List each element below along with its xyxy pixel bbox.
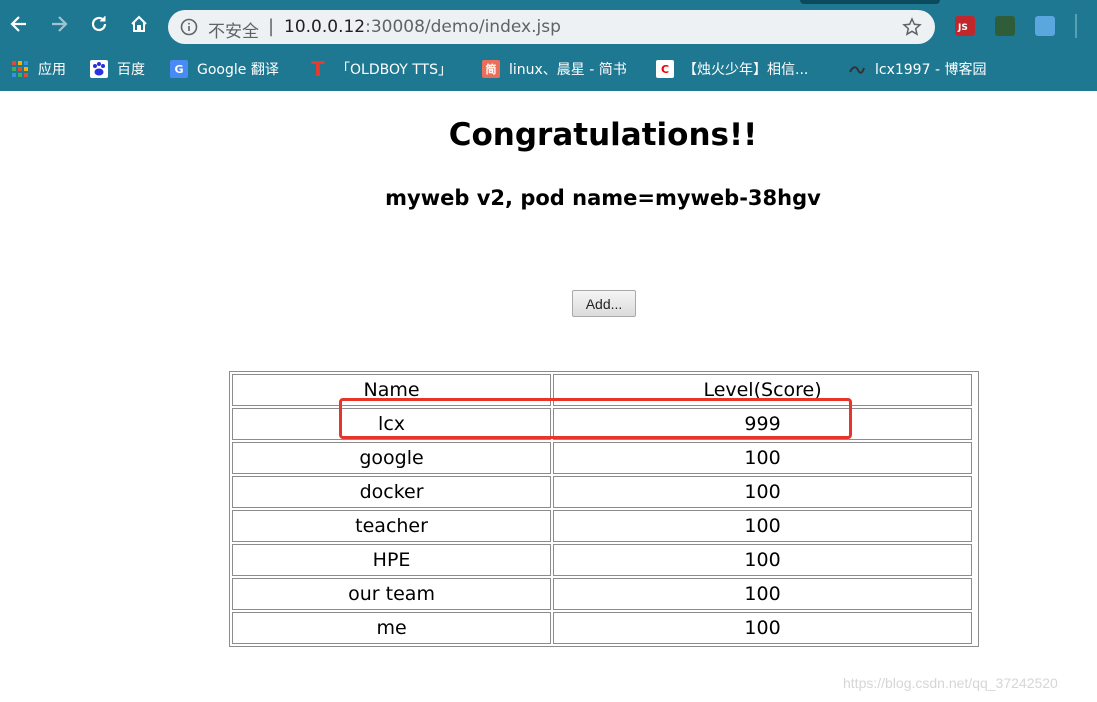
bookmark-label: 「OLDBOY TTS」	[336, 62, 452, 78]
google-translate-icon: G	[170, 60, 188, 78]
bookmark-baidu[interactable]: 百度	[90, 57, 145, 81]
back-button[interactable]	[4, 9, 34, 39]
cell-score: 100	[553, 578, 972, 610]
arrow-right-icon	[52, 16, 68, 32]
column-header-score: Level(Score)	[553, 374, 972, 406]
cell-score: 100	[553, 544, 972, 576]
cell-name: HPE	[232, 544, 552, 576]
bookmark-label: lcx1997 - 博客园	[875, 62, 987, 78]
table-header-row: Name Level(Score)	[232, 374, 972, 406]
cell-name: our team	[232, 578, 552, 610]
home-button[interactable]	[124, 9, 154, 39]
table-row: google 100	[232, 442, 972, 474]
jianshu-icon: 简	[482, 60, 500, 78]
bookmark-cnblogs[interactable]: lcx1997 - 博客园	[848, 57, 986, 81]
cell-name: lcx	[232, 408, 552, 440]
page-title: Congratulations!!	[448, 117, 758, 153]
bookmark-star-icon[interactable]	[902, 17, 922, 37]
table-row: lcx 999	[232, 408, 972, 440]
extension-icon-2[interactable]	[995, 16, 1015, 36]
toolbar: 不安全 | 10.0.0.12:30008/demo/index.jsp JS	[0, 0, 1097, 52]
url-text[interactable]: 10.0.0.12:30008/demo/index.jsp	[284, 17, 561, 37]
bookmark-label: linux、晨星 - 简书	[509, 62, 627, 78]
js-extension-icon[interactable]: JS	[955, 16, 975, 36]
url-path: :30008/demo/index.jsp	[365, 17, 561, 37]
browser-chrome: 不安全 | 10.0.0.12:30008/demo/index.jsp JS …	[0, 0, 1097, 91]
js-glyph-icon: JS	[957, 23, 968, 33]
cell-name: teacher	[232, 510, 552, 542]
security-label: 不安全	[208, 22, 259, 42]
bookmark-jianshu[interactable]: 简 linux、晨星 - 简书	[482, 57, 627, 81]
bookmark-google-translate[interactable]: G Google 翻译	[170, 57, 279, 81]
page-subtitle: myweb v2, pod name=myweb-38hgv	[385, 186, 821, 210]
oldboy-t-icon: T	[311, 57, 325, 81]
cell-score: 100	[553, 612, 972, 644]
column-header-name: Name	[232, 374, 552, 406]
bookmark-apps[interactable]: 应用	[11, 57, 66, 81]
bookmark-label: Google 翻译	[197, 62, 279, 78]
address-bar[interactable]: 不安全 | 10.0.0.12:30008/demo/index.jsp	[168, 10, 935, 44]
extension-icon-3[interactable]	[1035, 16, 1055, 36]
table-row: teacher 100	[232, 510, 972, 542]
toolbar-divider	[1075, 14, 1077, 38]
table-row: HPE 100	[232, 544, 972, 576]
cell-score: 100	[553, 442, 972, 474]
svg-text:JS: JS	[957, 23, 968, 33]
bookmark-label: 应用	[38, 62, 66, 78]
bookmark-csdn[interactable]: C 【烛火少年】相信...	[656, 57, 808, 81]
csdn-c-icon: C	[656, 60, 674, 78]
cell-name: docker	[232, 476, 552, 508]
cell-score: 999	[553, 408, 972, 440]
bookmark-oldboy[interactable]: T 「OLDBOY TTS」	[309, 57, 452, 81]
table-row: our team 100	[232, 578, 972, 610]
reload-button[interactable]	[84, 9, 114, 39]
cnblogs-icon	[848, 60, 866, 78]
bookmark-label: 【烛火少年】相信...	[683, 62, 809, 78]
forward-button[interactable]	[44, 9, 74, 39]
cell-score: 100	[553, 476, 972, 508]
baidu-paw-icon	[90, 60, 108, 78]
bookmark-label: 百度	[117, 62, 145, 78]
home-icon	[131, 15, 147, 32]
reload-icon	[91, 16, 107, 32]
url-host: 10.0.0.12	[284, 17, 366, 37]
info-icon[interactable]	[180, 18, 198, 36]
apps-grid-icon	[11, 60, 29, 78]
table-row: docker 100	[232, 476, 972, 508]
security-separator: |	[268, 16, 275, 37]
table-row: me 100	[232, 612, 972, 644]
cell-name: me	[232, 612, 552, 644]
bookmarks-bar: 应用 百度 G Google 翻译 T 「OLDBOY TTS」 简 linux…	[0, 52, 1097, 86]
score-table: Name Level(Score) lcx 999 google 100 doc…	[229, 371, 979, 647]
add-button[interactable]: Add...	[572, 290, 636, 317]
cell-name: google	[232, 442, 552, 474]
arrow-left-icon	[10, 16, 26, 32]
cell-score: 100	[553, 510, 972, 542]
watermark: https://blog.csdn.net/qq_37242520	[843, 675, 1058, 691]
